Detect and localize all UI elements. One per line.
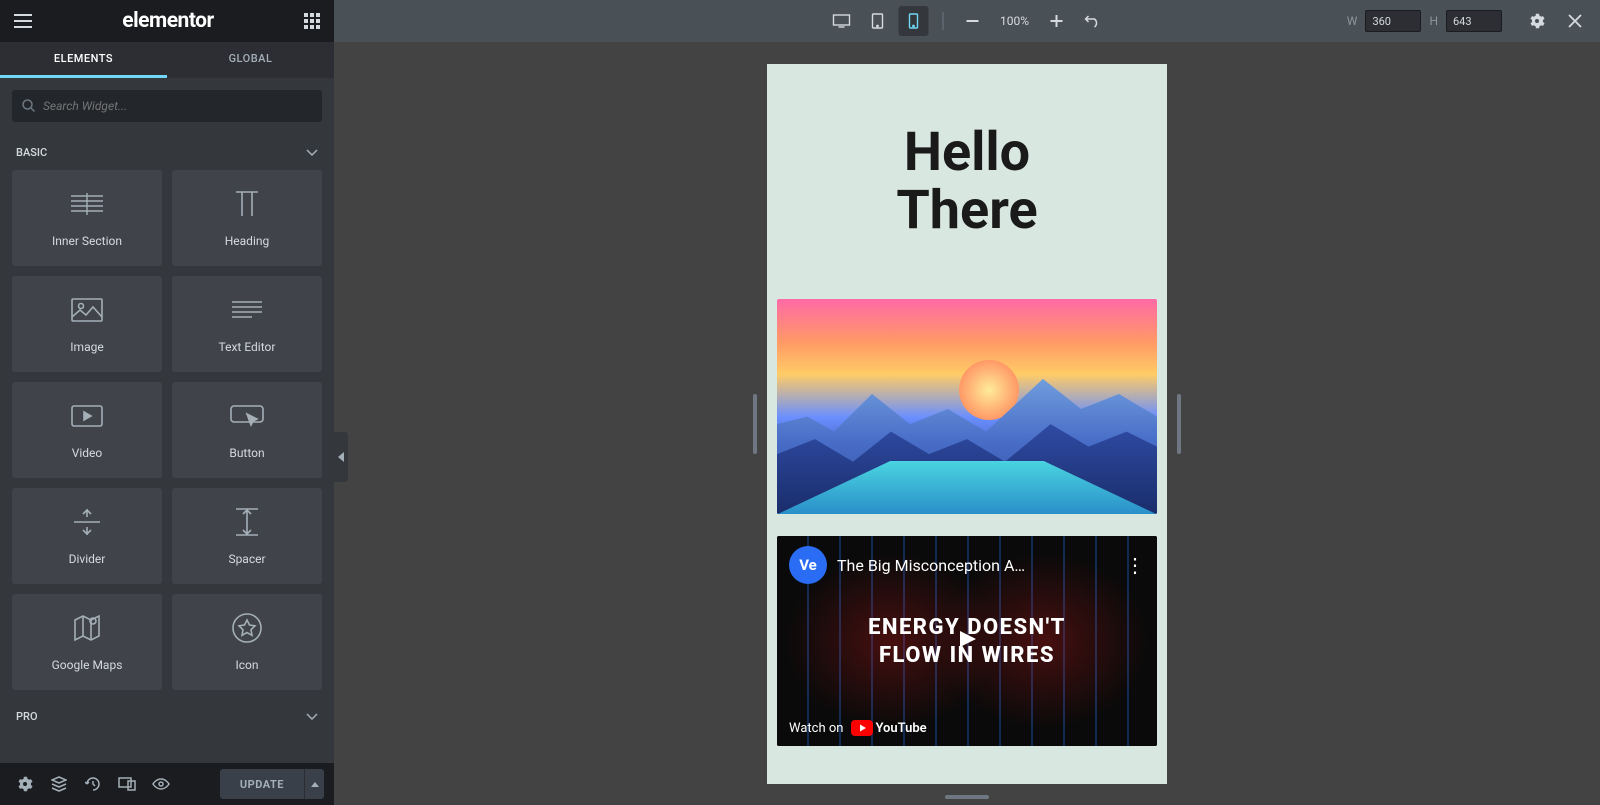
widget-divider[interactable]: Divider (12, 488, 162, 584)
play-icon[interactable] (942, 621, 992, 661)
widget-image[interactable]: Image (12, 276, 162, 372)
widget-spacer[interactable]: Spacer (172, 488, 322, 584)
search-icon (22, 97, 35, 116)
hero-section[interactable]: Hello There (777, 74, 1157, 299)
chevron-down-icon (306, 146, 318, 159)
sidebar-tabs: ELEMENTS GLOBAL (0, 42, 334, 78)
category-pro-label: PRO (16, 710, 38, 723)
device-desktop-button[interactable] (827, 6, 857, 36)
chevron-down-icon (306, 710, 318, 723)
star-icon (232, 612, 262, 644)
tab-global[interactable]: GLOBAL (167, 42, 334, 78)
update-button[interactable]: UPDATE (220, 769, 304, 799)
device-mobile-button[interactable] (899, 6, 929, 36)
video-icon (71, 400, 103, 432)
widget-icon[interactable]: Icon (172, 594, 322, 690)
sidebar-footer: UPDATE (0, 763, 334, 805)
widget-google-maps[interactable]: Google Maps (12, 594, 162, 690)
watch-on-youtube[interactable]: Watch on YouTube (789, 720, 927, 736)
zoom-out-button[interactable] (958, 6, 988, 36)
search-widget-field[interactable] (12, 90, 322, 122)
resize-handle-left[interactable] (753, 394, 757, 454)
zoom-in-button[interactable] (1042, 6, 1072, 36)
tab-elements[interactable]: ELEMENTS (0, 42, 167, 78)
editor-main: 100% W H (334, 0, 1600, 805)
elementor-logo: elementor (122, 9, 213, 33)
responsive-icon[interactable] (112, 769, 142, 799)
widget-button[interactable]: Button (172, 382, 322, 478)
youtube-logo-icon: YouTube (851, 720, 926, 736)
zoom-value: 100% (994, 14, 1036, 28)
heading-icon (232, 188, 262, 220)
settings-icon[interactable] (10, 769, 40, 799)
update-options-caret[interactable] (304, 769, 324, 799)
collapse-sidebar-handle[interactable] (334, 432, 348, 482)
button-icon (230, 400, 264, 432)
widget-text-editor[interactable]: Text Editor (172, 276, 322, 372)
topbar-settings-icon[interactable] (1522, 6, 1552, 36)
map-icon (73, 612, 101, 644)
widget-inner-section[interactable]: Inner Section (12, 170, 162, 266)
elementor-sidebar: elementor ELEMENTS GLOBAL BASIC (0, 0, 334, 805)
device-tablet-button[interactable] (863, 6, 893, 36)
apps-grid-icon[interactable] (304, 13, 320, 29)
widget-grid: Inner Section Heading Image Text Editor (0, 170, 334, 690)
width-input[interactable] (1365, 10, 1421, 32)
spacer-icon (236, 506, 258, 538)
undo-icon[interactable] (1078, 6, 1108, 36)
responsive-topbar: 100% W H (334, 0, 1600, 42)
divider-icon (74, 506, 100, 538)
category-basic-label: BASIC (16, 146, 47, 159)
category-pro-header[interactable]: PRO (0, 698, 334, 734)
mobile-preview-frame: Hello There Ve The Big Misconcept (767, 64, 1167, 784)
widget-heading[interactable]: Heading (172, 170, 322, 266)
navigator-icon[interactable] (44, 769, 74, 799)
height-label: H (1429, 14, 1438, 28)
category-basic-header[interactable]: BASIC (0, 134, 334, 170)
history-icon[interactable] (78, 769, 108, 799)
image-icon (71, 294, 103, 326)
preview-icon[interactable] (146, 769, 176, 799)
columns-icon (71, 188, 103, 220)
hamburger-menu-icon[interactable] (14, 14, 32, 28)
canvas-area: Hello There Ve The Big Misconcept (334, 42, 1600, 805)
width-label: W (1347, 14, 1358, 28)
image-widget[interactable] (777, 299, 1157, 514)
resize-handle-right[interactable] (1177, 394, 1181, 454)
bottom-resize-handle[interactable] (945, 795, 989, 799)
height-input[interactable] (1446, 10, 1502, 32)
search-input[interactable] (35, 99, 312, 113)
sidebar-header: elementor (0, 0, 334, 42)
widget-video[interactable]: Video (12, 382, 162, 478)
video-widget[interactable]: Ve The Big Misconception A… ⋮ ENERGY DOE… (777, 536, 1157, 746)
close-responsive-icon[interactable] (1560, 6, 1590, 36)
hero-heading: Hello There (787, 124, 1147, 239)
text-icon (232, 294, 262, 326)
topbar-separator (943, 12, 944, 30)
